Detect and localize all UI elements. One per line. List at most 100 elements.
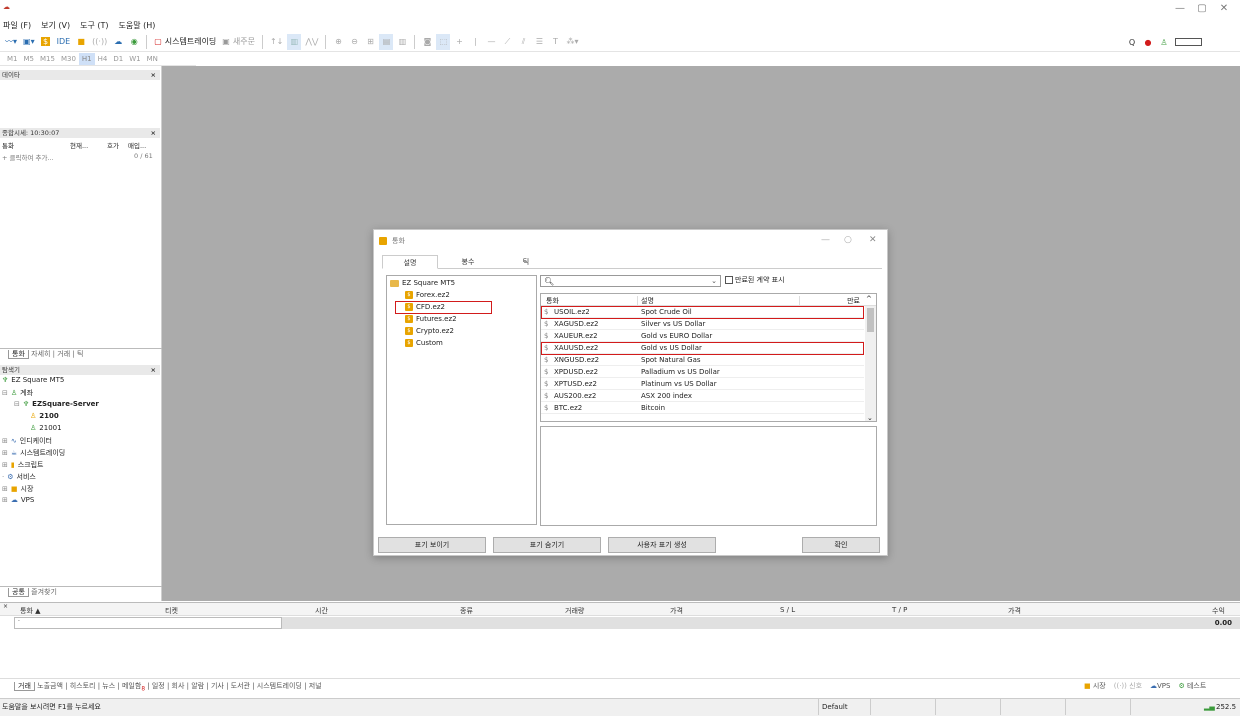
dialog-maximize-button[interactable]: ○ bbox=[844, 235, 852, 245]
search-icon[interactable]: Q bbox=[1125, 34, 1139, 50]
symbol-row[interactable]: $ AUS200.ez2 ASX 200 index bbox=[541, 390, 864, 402]
nav-accounts[interactable]: ⊟ ♙ 계좌 bbox=[2, 388, 33, 398]
tf-m15[interactable]: M15 bbox=[37, 53, 58, 65]
nav-services[interactable]: · ⚙ 서비스 bbox=[2, 472, 36, 482]
nav-indicators[interactable]: ⊞ ∿ 인디케이터 bbox=[2, 436, 52, 446]
grid-icon[interactable]: ⊞ bbox=[363, 34, 377, 50]
tf-h1[interactable]: H1 bbox=[78, 52, 95, 65]
tab-favorites[interactable]: 즐겨찾기 bbox=[31, 588, 57, 596]
close-icon[interactable]: × bbox=[151, 70, 156, 80]
nav-market[interactable]: ⊞ ■ 시장 bbox=[2, 484, 33, 494]
col-type[interactable]: 종류 bbox=[460, 606, 473, 616]
chart-shift-icon[interactable]: ▥ bbox=[395, 34, 409, 50]
col-symbol[interactable]: 통화 ▲ bbox=[20, 606, 41, 616]
close-button[interactable]: ✕ bbox=[1214, 2, 1234, 16]
scroll-up-icon[interactable]: ^ bbox=[866, 295, 872, 303]
col-description[interactable]: 설명 bbox=[637, 296, 654, 306]
col-daily[interactable]: 매입... bbox=[128, 140, 146, 150]
col-volume[interactable]: 거래량 bbox=[565, 606, 584, 616]
show-expired-checkbox[interactable]: 만료된 계약 표시 bbox=[725, 275, 785, 285]
bar-chart-icon[interactable]: ▥ bbox=[287, 33, 302, 50]
tf-m1[interactable]: M1 bbox=[4, 53, 21, 65]
scrollbar-thumb[interactable] bbox=[867, 308, 874, 332]
col-symbol[interactable]: 통화 bbox=[2, 140, 14, 150]
signals-icon[interactable]: ((·)) bbox=[90, 34, 109, 50]
hide-symbol-button[interactable]: 표기 숨기기 bbox=[493, 537, 601, 553]
ide-button[interactable]: IDE bbox=[55, 34, 73, 50]
show-symbol-button[interactable]: 표기 보이기 bbox=[378, 537, 486, 553]
tab-ticks[interactable]: 틱 bbox=[77, 350, 83, 358]
tab-exposure[interactable]: 노출금액 bbox=[37, 682, 63, 690]
nav-root[interactable]: ♆ EZ Square MT5 bbox=[2, 376, 64, 384]
tab-common[interactable]: 공통 bbox=[8, 588, 29, 597]
tab-mailbox[interactable]: 메일함 bbox=[122, 682, 141, 690]
line-chart-icon[interactable]: ⋀⋁ bbox=[303, 34, 320, 50]
symbol-row[interactable]: $ XNGUSD.ez2 Spot Natural Gas bbox=[541, 354, 864, 366]
community-icon[interactable]: ◉ bbox=[127, 34, 141, 50]
dialog-close-button[interactable]: ✕ bbox=[869, 235, 877, 245]
vertical-line-icon[interactable]: ∣ bbox=[468, 34, 482, 50]
tree-futures[interactable]: $ Futures.ez2 bbox=[405, 315, 457, 323]
close-icon[interactable]: × bbox=[151, 128, 156, 138]
text-icon[interactable]: T bbox=[548, 34, 562, 50]
col-bid[interactable]: 현재... bbox=[70, 140, 88, 150]
symbol-row[interactable]: $ XPDUSD.ez2 Palladium vs US Dollar bbox=[541, 366, 864, 378]
tab-specification[interactable]: 설명 bbox=[382, 255, 438, 269]
menu-file[interactable]: 파일 (F) bbox=[3, 20, 31, 31]
nav-account-2[interactable]: ♙ 21001 bbox=[30, 424, 62, 432]
tab-journal[interactable]: 저널 bbox=[309, 682, 322, 690]
scroll-down-icon[interactable]: ⌄ bbox=[867, 414, 873, 421]
close-icon[interactable]: × bbox=[151, 365, 156, 375]
account-icon[interactable]: ♙ bbox=[1157, 34, 1171, 50]
tab-ticks[interactable]: 틱 bbox=[498, 255, 554, 269]
symbol-search-input[interactable]: 🔍︎ ⌄ bbox=[540, 275, 721, 287]
col-profit[interactable]: 수익 bbox=[1212, 606, 1225, 616]
maximize-button[interactable]: ▢ bbox=[1192, 2, 1212, 16]
market-link[interactable]: ■ 시장 bbox=[1084, 680, 1106, 692]
col-sl[interactable]: S / L bbox=[780, 606, 795, 614]
shapes-icon[interactable]: ⁂▾ bbox=[564, 34, 580, 50]
tf-m5[interactable]: M5 bbox=[21, 53, 38, 65]
new-order-button[interactable]: ▣ 새주문 bbox=[220, 34, 257, 50]
vps-link[interactable]: ☁VPS bbox=[1150, 680, 1170, 692]
zoom-in-icon[interactable]: ⊕ bbox=[331, 34, 345, 50]
chart-type-icon[interactable]: 〰▾ bbox=[3, 34, 19, 50]
terminal-balance-row[interactable]: · 0.00 bbox=[14, 617, 1240, 629]
col-symbol[interactable]: 통화 bbox=[546, 296, 559, 306]
algo-trading-button[interactable]: ▢ 시스템트레이딩 bbox=[152, 34, 218, 50]
tab-company[interactable]: 회사 bbox=[172, 682, 185, 690]
col-tp[interactable]: T / P bbox=[892, 606, 907, 614]
notifications-icon[interactable]: ● bbox=[1141, 34, 1155, 50]
symbol-row[interactable]: $ XAUEUR.ez2 Gold vs EURO Dollar bbox=[541, 330, 864, 342]
screenshot-icon[interactable]: ◙ bbox=[420, 34, 434, 50]
menu-tools[interactable]: 도구 (T) bbox=[80, 20, 108, 31]
symbols-icon[interactable]: $ bbox=[39, 34, 53, 50]
ok-button[interactable]: 확인 bbox=[802, 537, 880, 553]
col-current-price[interactable]: 가격 bbox=[1008, 606, 1021, 616]
col-time[interactable]: 시간 bbox=[315, 606, 328, 616]
tree-forex[interactable]: $ Forex.ez2 bbox=[405, 291, 450, 299]
tree-cfd[interactable]: $ CFD.ez2 bbox=[405, 303, 445, 311]
minimize-button[interactable]: — bbox=[1170, 2, 1190, 16]
symbol-row[interactable]: $ XAUUSD.ez2 Gold vs US Dollar bbox=[541, 342, 864, 354]
nav-vps[interactable]: ⊞ ☁ VPS bbox=[2, 496, 34, 504]
tab-news[interactable]: 뉴스 bbox=[102, 682, 115, 690]
zoom-out-icon[interactable]: ⊖ bbox=[347, 34, 361, 50]
add-symbol-link[interactable]: + 클릭하여 추가... bbox=[2, 152, 54, 162]
col-price[interactable]: 가격 bbox=[670, 606, 683, 616]
symbol-row[interactable]: $ BTC.ez2 Bitcoin bbox=[541, 402, 864, 414]
fibonacci-icon[interactable]: ☰ bbox=[532, 34, 546, 50]
tab-experts[interactable]: 시스템트레이딩 bbox=[257, 682, 302, 690]
terminal-close-icon[interactable]: × bbox=[3, 603, 8, 610]
symbol-row[interactable]: $ XAGUSD.ez2 Silver vs US Dollar bbox=[541, 318, 864, 330]
tab-alerts[interactable]: 알람 bbox=[191, 682, 204, 690]
cursor-icon[interactable]: ⬚ bbox=[436, 33, 451, 50]
col-expiration[interactable]: 만료 bbox=[799, 296, 863, 306]
autoscroll-icon[interactable]: ▤ bbox=[379, 33, 394, 50]
tab-symbols[interactable]: 통화 bbox=[8, 350, 29, 359]
tree-root[interactable]: EZ Square MT5 bbox=[390, 279, 455, 287]
menu-help[interactable]: 도움말 (H) bbox=[119, 20, 156, 31]
chevron-down-icon[interactable]: ⌄ bbox=[711, 277, 717, 285]
menu-view[interactable]: 보기 (V) bbox=[41, 20, 70, 31]
col-ask[interactable]: 호가 bbox=[107, 140, 119, 150]
